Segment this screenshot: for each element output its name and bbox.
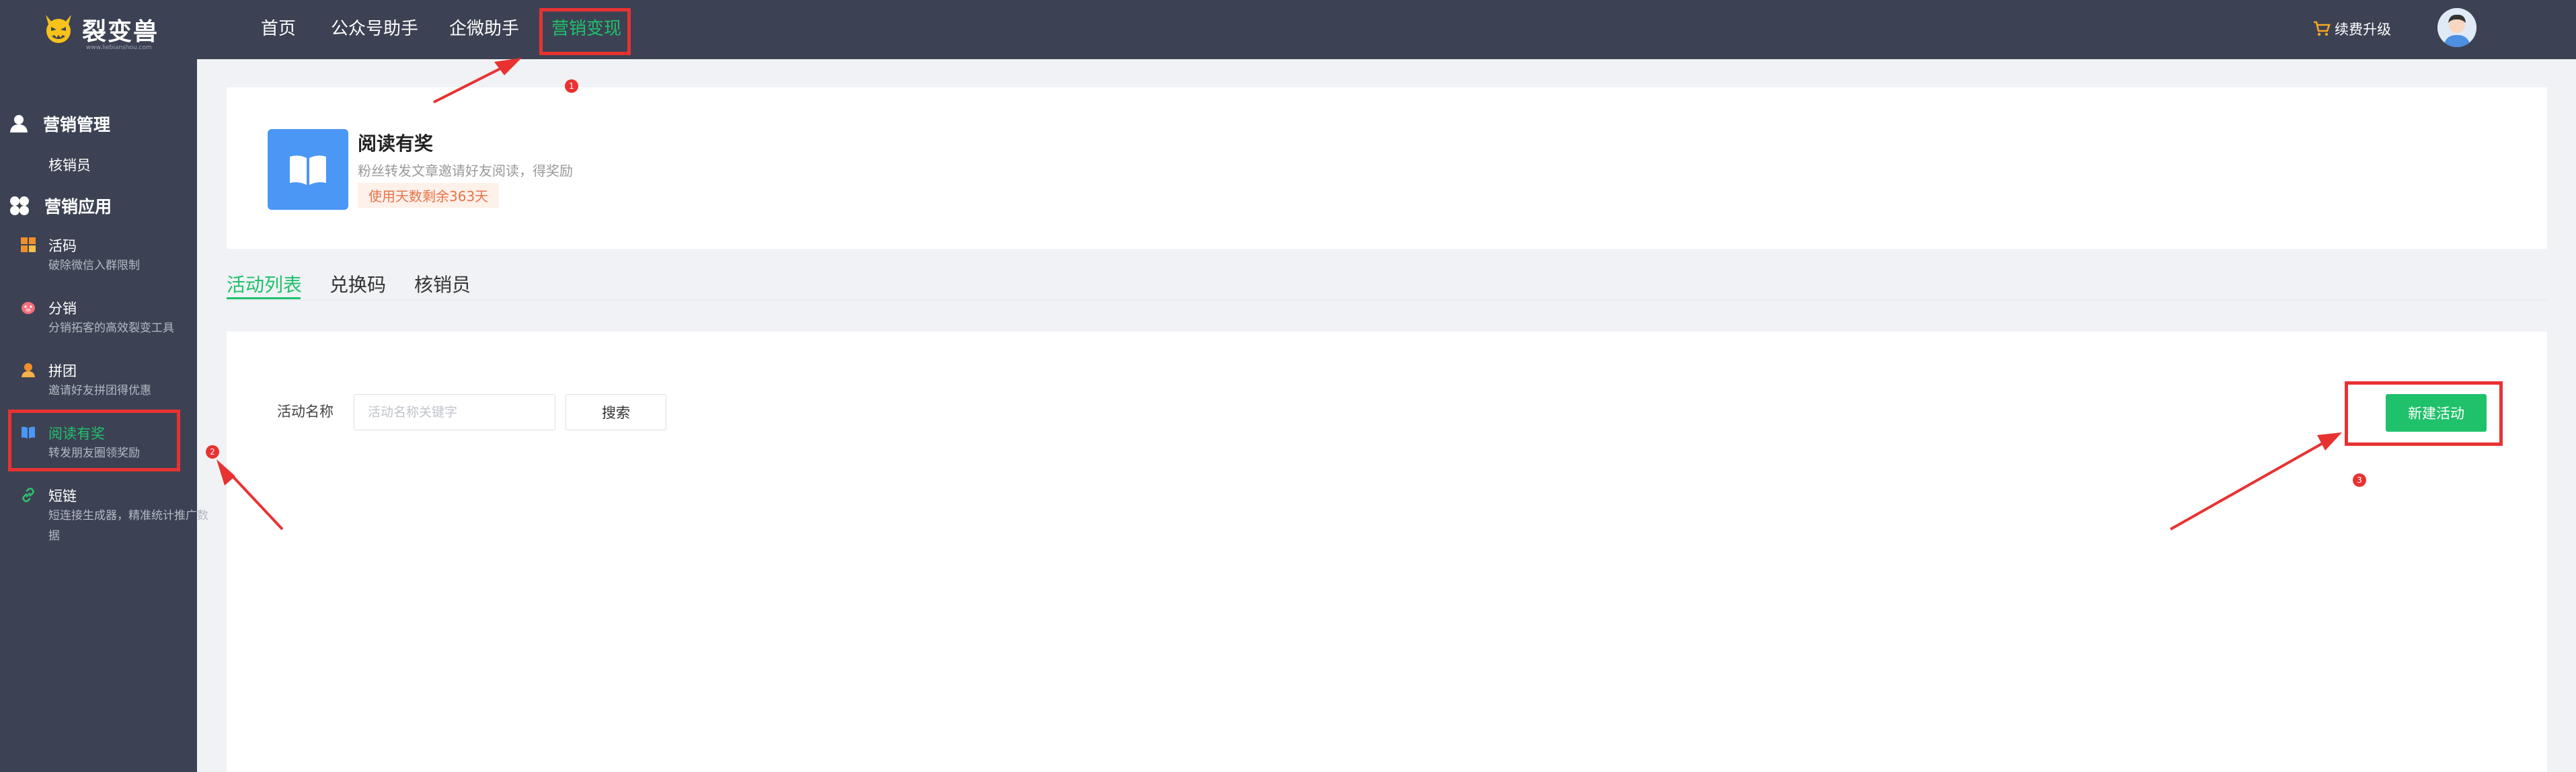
cart-icon bbox=[2314, 21, 2331, 36]
beast-logo-icon bbox=[46, 15, 71, 43]
brand-url: www.liebianshou.com bbox=[86, 44, 152, 51]
annotation-badge-2: 2 bbox=[206, 445, 219, 459]
app-title: 短链 bbox=[48, 488, 77, 504]
annotation-badge-3: 3 bbox=[2353, 473, 2366, 487]
remaining-days-badge: 使用天数剩余363天 bbox=[358, 183, 500, 208]
apps-icon bbox=[10, 196, 29, 215]
piggy-icon bbox=[22, 302, 35, 314]
brand-name: 裂变兽 bbox=[82, 18, 159, 46]
top-bar: 裂变兽 www.liebianshou.com 首页 公众号助手 企微助手 营销… bbox=[0, 0, 2576, 59]
product-name: 阅读有奖 bbox=[358, 132, 434, 155]
sidebar-section-marketing-apps: 营销应用 bbox=[9, 194, 112, 218]
upgrade-link[interactable]: 续费升级 bbox=[2313, 17, 2391, 40]
sidebar-item-live-code[interactable]: 活码 破除微信入群限制 bbox=[20, 235, 196, 285]
activity-name-label: 活动名称 bbox=[277, 403, 334, 420]
product-icon bbox=[268, 129, 348, 210]
section-title: 营销应用 bbox=[44, 197, 112, 217]
sidebar-item-distribution[interactable]: 分销 分销拓客的高效裂变工具 bbox=[20, 298, 196, 348]
avatar-icon bbox=[2437, 8, 2476, 47]
search-button[interactable]: 搜索 bbox=[565, 394, 666, 430]
app-desc: 短连接生成器，精准统计推广数据 bbox=[48, 509, 208, 543]
app-title: 分销 bbox=[48, 301, 77, 317]
app-desc: 分销拓客的高效裂变工具 bbox=[48, 321, 174, 335]
active-tab-indicator bbox=[227, 297, 301, 299]
user-avatar[interactable] bbox=[2437, 8, 2476, 47]
sidebar-item-short-link[interactable]: 短链 短连接生成器，精准统计推广数据 bbox=[20, 486, 208, 559]
tab-activity-list[interactable]: 活动列表 bbox=[227, 270, 302, 297]
grid-code-icon bbox=[21, 237, 36, 252]
tabs-divider bbox=[227, 300, 2547, 301]
brand-logo[interactable]: 裂变兽 www.liebianshou.com bbox=[42, 5, 176, 54]
tab-verifier[interactable]: 核销员 bbox=[414, 270, 471, 297]
arrow-1-head bbox=[494, 58, 522, 75]
open-book-icon bbox=[290, 155, 326, 185]
highlight-box-nav bbox=[539, 8, 631, 55]
highlight-box-new-button bbox=[2345, 381, 2503, 446]
upgrade-label: 续费升级 bbox=[2335, 22, 2391, 38]
nav-official-account[interactable]: 公众号助手 bbox=[331, 15, 418, 43]
product-card bbox=[227, 87, 2547, 249]
app-desc: 破除微信入群限制 bbox=[48, 259, 140, 272]
link-icon bbox=[22, 488, 34, 502]
app-title: 拼团 bbox=[48, 363, 77, 379]
group-icon bbox=[22, 363, 35, 377]
annotation-badge-1: 1 bbox=[565, 79, 578, 93]
product-desc: 粉丝转发文章邀请好友阅读，得奖励 bbox=[358, 163, 573, 179]
app-title: 活码 bbox=[48, 238, 77, 254]
tab-redeem-code[interactable]: 兑换码 bbox=[329, 270, 386, 297]
section-title: 营销管理 bbox=[43, 115, 111, 134]
app-desc: 邀请好友拼团得优惠 bbox=[48, 384, 151, 397]
sidebar-item-verifier[interactable]: 核销员 bbox=[48, 155, 91, 175]
nav-home[interactable]: 首页 bbox=[261, 15, 296, 43]
nav-wecom[interactable]: 企微助手 bbox=[449, 15, 519, 43]
sidebar-section-marketing-management: 营销管理 bbox=[9, 112, 110, 136]
user-icon bbox=[10, 115, 28, 132]
activity-name-input[interactable] bbox=[354, 394, 555, 430]
sidebar-item-group-buy[interactable]: 拼团 邀请好友拼团得优惠 bbox=[20, 360, 196, 410]
highlight-box-sidebar bbox=[8, 410, 180, 471]
